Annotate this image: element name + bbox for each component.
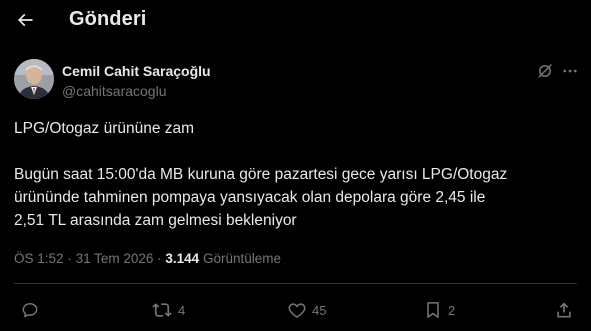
tweet-text-line: 2,51 TL arasında zam gelmesi bekleniyor: [14, 212, 297, 229]
grok-icon: [536, 62, 554, 80]
tweet-text-line: ürününde tahminen pompaya yansıyacak ola…: [14, 189, 486, 206]
avatar[interactable]: [14, 59, 54, 99]
meta-separator: ·: [157, 251, 162, 266]
views-count[interactable]: 3.144: [165, 251, 199, 266]
retweet-button[interactable]: 4: [151, 298, 185, 322]
share-icon: [554, 300, 574, 320]
bookmark-count: 2: [448, 302, 456, 318]
tweet-time[interactable]: ÖS 1:52: [14, 251, 64, 266]
more-button[interactable]: [559, 60, 581, 82]
avatar-image: [14, 59, 54, 99]
tweet-meta: ÖS 1:52 · 31 Tem 2026 · 3.144 Görüntülem…: [14, 251, 281, 266]
tweet-text-line: Bugün saat 15:00'da MB kuruna göre pazar…: [14, 166, 508, 183]
tweet-text-title: LPG/Otogaz ürününe zam: [14, 120, 195, 137]
back-button[interactable]: [10, 5, 40, 35]
page-title: Gönderi: [69, 8, 147, 30]
author-handle[interactable]: @cahitsaracoglu: [62, 83, 167, 99]
reply-button[interactable]: [20, 298, 45, 322]
bookmark-icon: [423, 300, 443, 320]
heart-icon: [287, 300, 307, 320]
like-button[interactable]: 45: [287, 298, 326, 322]
bookmark-button[interactable]: 2: [423, 298, 455, 322]
tweet-date[interactable]: 31 Tem 2026: [76, 251, 154, 266]
share-button[interactable]: [554, 298, 574, 322]
like-count: 45: [312, 302, 327, 318]
grok-button[interactable]: [534, 60, 556, 82]
arrow-left-icon: [15, 10, 35, 30]
retweet-count: 4: [178, 302, 186, 318]
meta-separator: ·: [67, 251, 72, 266]
reply-icon: [20, 300, 40, 320]
divider: [14, 283, 577, 284]
page-header: Gönderi: [0, 0, 591, 42]
retweet-icon: [151, 300, 173, 320]
author-name[interactable]: Cemil Cahit Saraçoğlu: [62, 63, 211, 79]
more-horizontal-icon: [561, 62, 579, 80]
views-label: Görüntüleme: [202, 251, 282, 266]
